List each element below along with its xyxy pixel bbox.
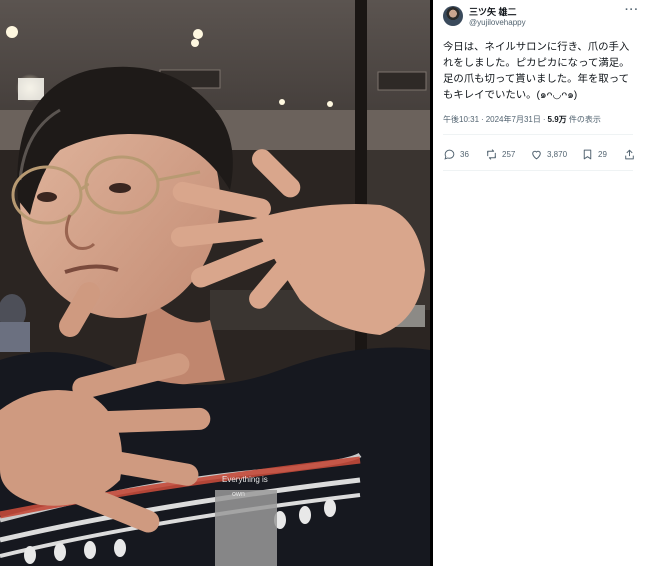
reply-button[interactable]: 36	[443, 146, 469, 162]
views-count: 5.9万	[547, 115, 567, 124]
repost-icon	[487, 148, 496, 160]
share-icon	[625, 149, 634, 159]
bookmark-icon	[583, 149, 592, 159]
photo-illustration: Everything is own	[0, 0, 430, 566]
tweet-meta: 午後10:31 · 2024年7月31日 · 5.9万 件の表示	[443, 115, 601, 124]
divider	[443, 170, 633, 171]
shirt-print-text-2: own	[232, 491, 245, 498]
bookmark-count: 29	[598, 149, 607, 159]
user-handle[interactable]: @yujilovehappy	[469, 18, 526, 27]
display-name[interactable]: 三ツ矢 雄二	[469, 5, 517, 18]
repost-button[interactable]: 257	[485, 146, 515, 162]
ceiling-light	[6, 26, 18, 38]
reply-count: 36	[460, 149, 469, 159]
shirt-print-text: Everything is	[222, 475, 268, 484]
views-label: 件の表示	[568, 115, 601, 124]
more-options-icon[interactable]: ···	[625, 4, 639, 16]
like-count: 3,870	[547, 149, 568, 159]
tweet-panel: 三ツ矢 雄二 @yujilovehappy ··· 今日は、ネイルサロンに行き、…	[433, 0, 645, 566]
repost-count: 257	[502, 149, 516, 159]
tweet-actions: 36 257 3,870 29	[443, 146, 637, 162]
tweet-header: 三ツ矢 雄二 @yujilovehappy ···	[443, 4, 639, 34]
tweet-photo[interactable]: Everything is own	[0, 0, 430, 566]
like-button[interactable]: 3,870	[530, 146, 567, 162]
tweet-time[interactable]: 午後10:31	[443, 115, 479, 124]
bookmark-button[interactable]: 29	[581, 146, 607, 162]
divider	[443, 134, 633, 135]
tweet-date[interactable]: 2024年7月31日	[486, 115, 541, 124]
avatar[interactable]	[443, 6, 463, 26]
tweet-text: 今日は、ネイルサロンに行き、爪の手入れをしました。ピカピカになって満足。足の爪も…	[443, 42, 630, 101]
heart-icon	[532, 150, 541, 159]
reply-icon	[444, 149, 455, 160]
share-button[interactable]	[623, 146, 640, 162]
